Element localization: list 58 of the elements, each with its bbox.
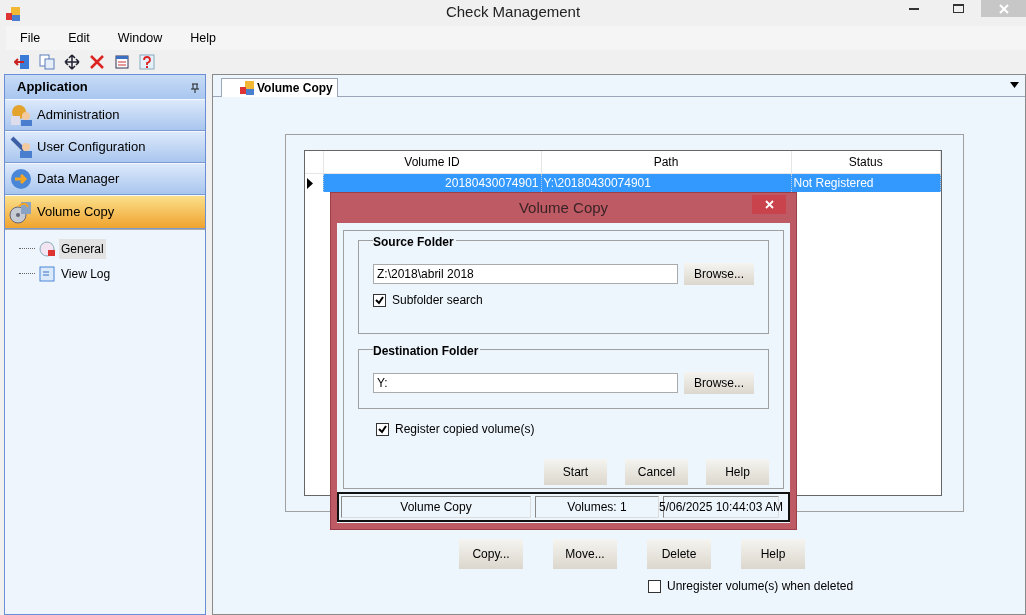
app-icon [6, 6, 20, 21]
action-button[interactable]: Help [741, 539, 805, 569]
column-header[interactable]: Path [541, 151, 791, 173]
browse-button[interactable]: Browse... [684, 372, 754, 394]
status-panel: Volumes: 1 [535, 496, 659, 518]
tab[interactable]: Volume Copy [221, 78, 338, 97]
log-icon [39, 265, 55, 282]
action-button[interactable]: Move... [553, 539, 617, 569]
dialog-title: Volume Copy [518, 197, 609, 218]
move-icon[interactable] [64, 54, 80, 70]
tree-item[interactable]: View Log [59, 263, 113, 284]
sidebar-nav-item[interactable]: User Configuration [5, 131, 205, 163]
checkbox[interactable] [373, 293, 386, 307]
checkbox[interactable] [648, 579, 661, 593]
copy-icon[interactable] [39, 54, 55, 70]
maximize-icon [953, 4, 964, 13]
column-header[interactable]: Volume ID [323, 151, 541, 173]
exit-icon[interactable] [14, 54, 30, 70]
close-icon [998, 3, 1009, 14]
tree-item[interactable]: General [59, 238, 106, 259]
browse-button[interactable]: Browse... [684, 263, 754, 285]
menu-item[interactable]: Help [176, 28, 230, 48]
column-header[interactable]: Status [791, 151, 941, 173]
delete-icon[interactable] [89, 54, 105, 70]
dropdown-icon[interactable] [1010, 81, 1019, 88]
admin-icon [9, 103, 33, 127]
app-icon [240, 81, 254, 95]
menu-item[interactable]: File [6, 28, 55, 48]
sidebar-nav-item[interactable]: Volume Copy [5, 195, 205, 229]
sidebar-nav-item[interactable]: Administration [5, 99, 205, 131]
destination-folder-field[interactable]: Y: [373, 373, 678, 393]
source-folder-field[interactable]: Z:\2018\abril 2018 [373, 264, 678, 284]
close-icon [764, 200, 774, 209]
help-icon[interactable] [139, 54, 155, 70]
menu-item[interactable]: Edit [54, 28, 104, 48]
minimize-icon [908, 7, 919, 10]
database-icon [9, 167, 33, 191]
window-list-icon[interactable] [114, 54, 130, 70]
sidebar-title: Application [17, 78, 88, 97]
checkbox-label[interactable]: Subfolder search [392, 291, 483, 309]
checkbox-label[interactable]: Unregister volume(s) when deleted [667, 577, 854, 595]
check-icon [378, 424, 387, 434]
status-panel: Volume Copy [341, 496, 531, 518]
sidebar-nav-item[interactable]: Data Manager [5, 163, 205, 195]
menu-item[interactable]: Window [103, 28, 177, 48]
dialog-button[interactable]: Help [706, 459, 769, 485]
action-button[interactable]: Copy... [459, 539, 523, 569]
action-button[interactable]: Delete [647, 539, 711, 569]
dialog-button[interactable]: Start [544, 459, 607, 485]
close-button[interactable] [752, 195, 786, 214]
window-title: Check Management [445, 3, 581, 20]
check-icon [375, 295, 384, 305]
checkbox[interactable] [376, 422, 389, 436]
checkbox-label[interactable]: Register copied volume(s) [395, 420, 535, 438]
pin-icon [191, 82, 199, 93]
tools-user-icon [9, 135, 33, 159]
disc-copy-icon [9, 200, 33, 224]
dialog-button[interactable]: Cancel [625, 459, 688, 485]
